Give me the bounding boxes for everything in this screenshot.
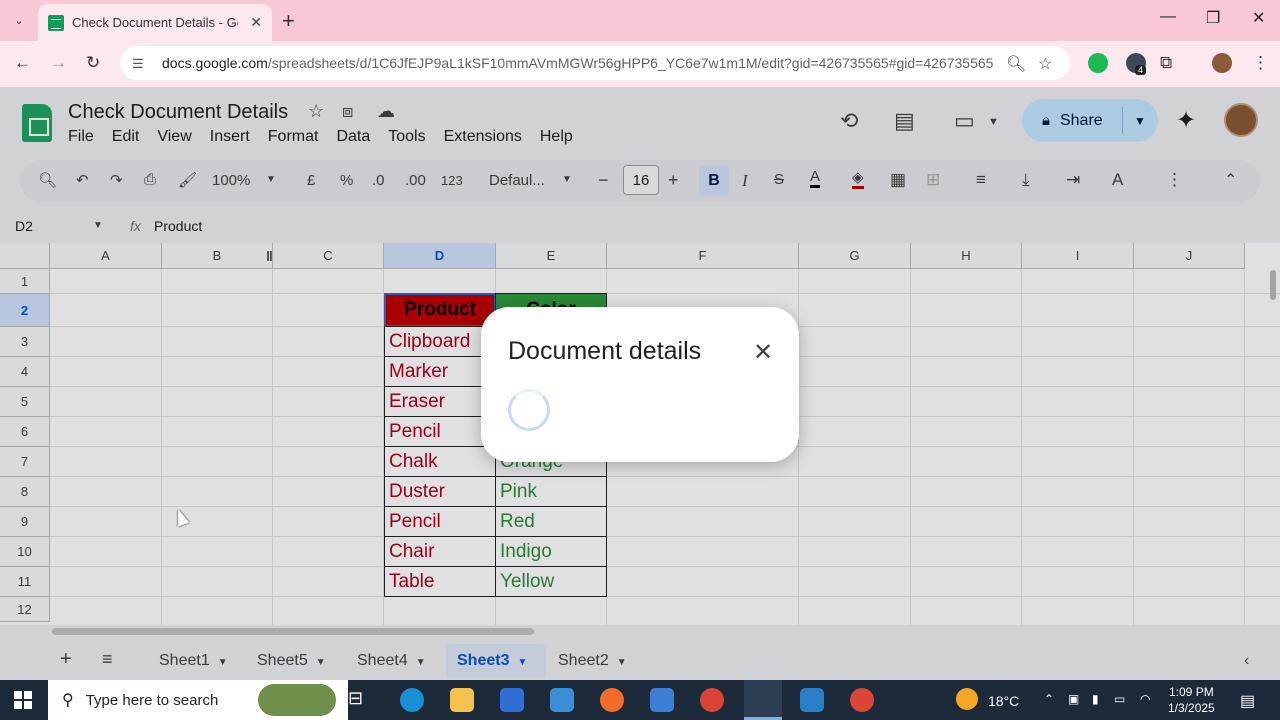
dialog-close-icon[interactable]: ✕	[753, 338, 773, 367]
browser-tab-bar: ⌄ Check Document Details - Goo ✕ + — ❐ ✕	[0, 0, 1280, 41]
clock-time: 1:09 PM	[1169, 685, 1214, 699]
windows-taskbar: ⚲ Type here to search ⊟ 18°C ⌃ ▣ ▮ ▭ ◠ 1…	[0, 680, 1280, 720]
clock-date: 1/3/2025	[1168, 701, 1215, 715]
omnibox[interactable]: ☰ docs.google.com/spreadsheets/d/1C6JfEJ…	[120, 46, 1070, 80]
bookmark-star-icon[interactable]: ☆	[1038, 54, 1052, 74]
loading-spinner-icon	[508, 389, 550, 431]
address-bar: ← → ↻ ☰ docs.google.com/spreadsheets/d/1…	[0, 41, 1280, 87]
search-highlight-image[interactable]	[258, 684, 336, 716]
tray-app-icon[interactable]: ▣	[1068, 692, 1079, 706]
sheets-favicon-icon	[48, 14, 64, 31]
url-host: docs.google.com	[162, 55, 268, 71]
zoom-icon[interactable]: 🔍︎	[1006, 54, 1026, 74]
app-download-icon[interactable]	[800, 688, 824, 712]
taskbar-clock[interactable]: 1:09 PM 1/3/2025	[1168, 684, 1215, 716]
photos-icon[interactable]	[650, 688, 674, 712]
battery-icon[interactable]: ▭	[1114, 692, 1125, 706]
app-orange-icon[interactable]	[600, 688, 624, 712]
browser-tab[interactable]: Check Document Details - Goo ✕	[38, 4, 272, 41]
restore-icon[interactable]: ❐	[1206, 8, 1220, 28]
new-tab-icon[interactable]: +	[282, 8, 295, 34]
search-icon: ⚲	[62, 692, 74, 709]
dialog-title: Document details	[508, 337, 702, 365]
task-view-icon[interactable]: ⊟	[348, 688, 372, 712]
document-details-dialog: Document details ✕	[481, 307, 799, 462]
url-text: docs.google.com/spreadsheets/d/1C6JfEJP9…	[162, 55, 993, 71]
taskbar-search-placeholder: Type here to search	[85, 691, 219, 709]
extensions-icon[interactable]: ⧉	[1160, 53, 1172, 73]
reload-icon[interactable]: ↻	[86, 53, 100, 73]
wifi-icon[interactable]: ◠	[1140, 692, 1150, 706]
url-path: /spreadsheets/d/1C6JfEJP9aL1kSF10mmAVmMG…	[267, 55, 994, 71]
forward-icon[interactable]: →	[50, 53, 67, 73]
back-icon[interactable]: ←	[14, 53, 31, 73]
tab-close-icon[interactable]: ✕	[250, 14, 262, 31]
tab-title: Check Document Details - Goo	[72, 15, 238, 30]
store-icon[interactable]	[500, 688, 524, 712]
microphone-icon[interactable]: ▮	[1092, 692, 1099, 706]
minimize-icon[interactable]: —	[1160, 8, 1176, 26]
windows-start-icon[interactable]	[14, 691, 32, 709]
chrome-profile-icon[interactable]	[850, 688, 874, 712]
profile-avatar[interactable]	[1212, 53, 1232, 73]
chrome-menu-icon[interactable]: ⋮	[1252, 53, 1269, 73]
weather-icon[interactable]	[956, 688, 978, 710]
mail-icon[interactable]	[550, 688, 574, 712]
extension-badge: 4	[1135, 65, 1147, 75]
chrome-icon[interactable]	[700, 688, 724, 712]
notification-icon[interactable]: ▤	[1240, 691, 1255, 711]
temperature-text: 18°C	[988, 693, 1020, 709]
chrome-active-icon[interactable]	[744, 680, 782, 720]
extension-grammarly-icon[interactable]	[1088, 53, 1108, 73]
tray-overflow-icon[interactable]: ⌃	[1044, 692, 1054, 706]
window-close-icon[interactable]: ✕	[1252, 8, 1265, 28]
file-explorer-icon[interactable]	[450, 688, 474, 712]
tab-search-icon[interactable]: ⌄	[8, 9, 30, 31]
edge-icon[interactable]	[400, 688, 424, 712]
site-info-icon[interactable]: ☰	[132, 56, 148, 71]
